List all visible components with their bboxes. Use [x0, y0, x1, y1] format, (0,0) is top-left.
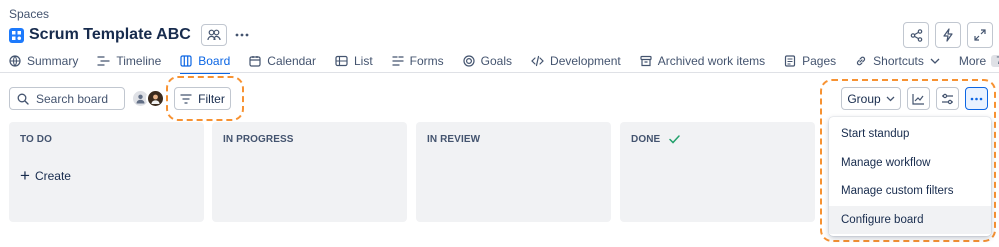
menu-item-manage-custom-filters[interactable]: Manage custom filters: [829, 177, 991, 206]
person-photo-icon: [151, 94, 160, 104]
group-by-dropdown[interactable]: Group: [841, 87, 901, 110]
user-avatar[interactable]: [146, 89, 165, 108]
tab-label: More: [958, 54, 987, 68]
tab-label: List: [353, 54, 373, 68]
search-placeholder: Search board: [36, 91, 109, 106]
group-label: Group: [847, 91, 881, 106]
board-column-done: DONE: [620, 122, 815, 222]
filter-button[interactable]: Filter: [174, 87, 231, 110]
page-icon: [785, 55, 796, 67]
tab-calendar[interactable]: Calendar: [249, 51, 316, 71]
project-icon: [9, 27, 24, 43]
tab-label: Board: [198, 54, 231, 68]
menu-item-manage-workflow[interactable]: Manage workflow: [829, 149, 991, 178]
tab-label: Summary: [27, 54, 79, 68]
tab-board[interactable]: Board: [180, 51, 231, 74]
automation-button[interactable]: [935, 22, 961, 48]
column-title: TO DO: [20, 134, 52, 145]
view-settings-button[interactable]: [936, 87, 959, 110]
share-icon: [910, 28, 922, 42]
project-header: Scrum Template ABC: [9, 24, 255, 46]
menu-item-start-standup[interactable]: Start standup: [829, 120, 991, 149]
tab-label: Development: [550, 54, 621, 68]
target-icon: [463, 55, 475, 67]
search-icon: [17, 93, 29, 105]
chevron-down-icon: [930, 58, 940, 64]
column-title-row: DONE: [631, 134, 804, 145]
tab-label: Archived work items: [657, 54, 766, 68]
header-actions: [903, 22, 993, 48]
create-label: Create: [34, 168, 71, 183]
board-icon: [180, 55, 192, 67]
tab-list[interactable]: List: [335, 51, 373, 71]
board-column-in-review: IN REVIEW: [416, 122, 611, 222]
tab-forms[interactable]: Forms: [392, 51, 444, 71]
board-actions-menu: Start standup Manage workflow Manage cus…: [829, 117, 991, 236]
timeline-icon: [97, 56, 110, 66]
tab-label: Calendar: [267, 54, 316, 68]
tab-pages[interactable]: Pages: [784, 51, 836, 71]
people-icon: [207, 29, 221, 41]
more-icon: [235, 33, 249, 37]
filter-label: Filter: [198, 91, 225, 106]
tab-development[interactable]: Development: [531, 51, 621, 71]
expand-icon: [974, 29, 986, 41]
breadcrumb[interactable]: Spaces: [9, 7, 49, 21]
fullscreen-button[interactable]: [967, 22, 993, 48]
forms-icon: [392, 56, 404, 66]
assignee-avatars: [131, 89, 165, 108]
search-board-input[interactable]: Search board: [9, 87, 125, 110]
board-more-actions-button[interactable]: [965, 87, 988, 110]
tab-summary[interactable]: Summary: [9, 51, 78, 71]
share-button[interactable]: [903, 22, 929, 48]
sliders-icon: [942, 93, 953, 104]
tab-label: Pages: [802, 54, 837, 68]
tabs-divider: [0, 72, 999, 73]
list-icon: [335, 55, 348, 67]
team-members-button[interactable]: [200, 24, 227, 46]
person-icon: [136, 94, 145, 104]
tab-label: Goals: [480, 54, 513, 68]
more-count-badge: 7: [991, 55, 999, 67]
globe-icon: [9, 55, 21, 67]
column-title: IN REVIEW: [427, 134, 481, 145]
chevron-down-icon: [886, 96, 895, 101]
lightning-icon: [943, 28, 953, 42]
insights-button[interactable]: [907, 87, 930, 110]
tab-shortcuts[interactable]: Shortcuts: [855, 51, 940, 71]
tab-goals[interactable]: Goals: [463, 51, 512, 71]
board-column-in-progress: IN PROGRESS: [212, 122, 407, 222]
project-title: Scrum Template ABC: [29, 26, 191, 43]
create-issue-button[interactable]: + Create: [20, 167, 193, 184]
calendar-icon: [249, 56, 261, 67]
more-actions-button[interactable]: [229, 24, 255, 46]
menu-item-configure-board[interactable]: Configure board: [829, 205, 991, 234]
nav-tabs: Summary Timeline Board Calendar List For…: [9, 51, 999, 74]
more-icon: [970, 97, 983, 100]
chart-icon: [912, 93, 924, 105]
tab-label: Forms: [409, 54, 444, 68]
filter-icon: [180, 93, 192, 104]
tab-label: Timeline: [116, 54, 162, 68]
tab-timeline[interactable]: Timeline: [97, 51, 161, 71]
tab-archived-work-items[interactable]: Archived work items: [640, 51, 765, 71]
plus-icon: +: [20, 166, 30, 185]
check-icon: [669, 135, 681, 144]
board-column-todo: TO DO + Create: [9, 122, 204, 222]
archive-icon: [640, 55, 652, 67]
tab-more[interactable]: More 7: [959, 51, 999, 71]
column-title: DONE: [631, 134, 661, 145]
link-icon: [857, 56, 866, 66]
tab-label: Shortcuts: [873, 54, 924, 68]
column-title: IN PROGRESS: [223, 134, 294, 145]
code-icon: [531, 55, 544, 67]
